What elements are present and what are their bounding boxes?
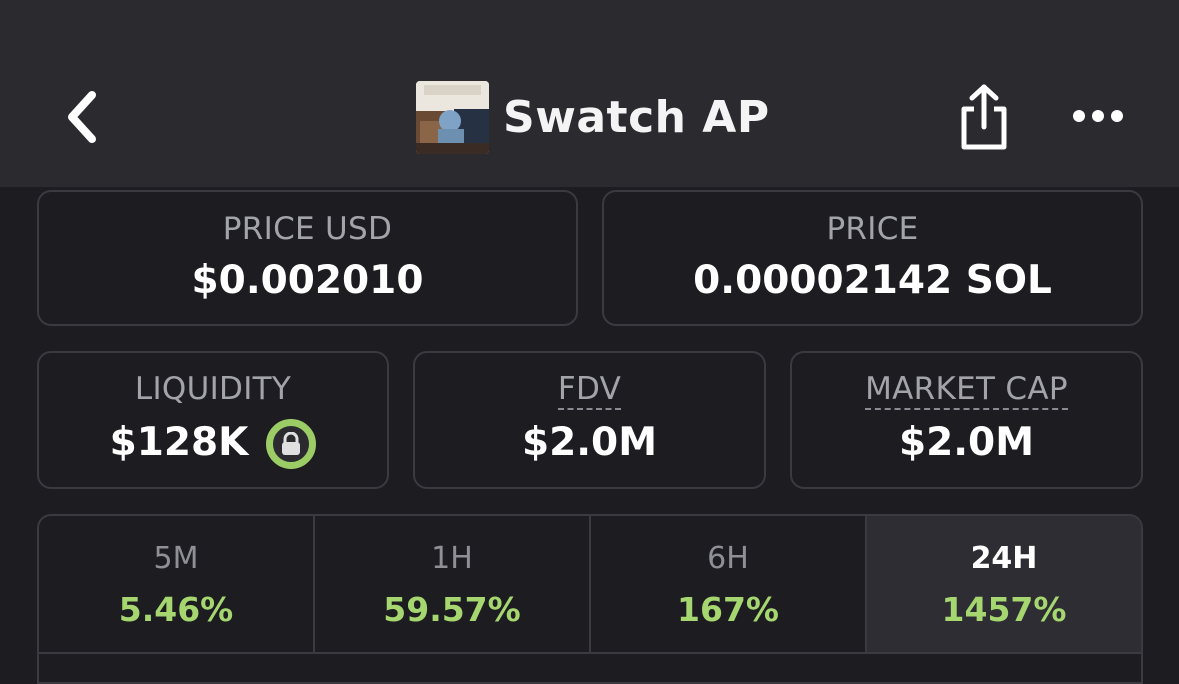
top-bar: Swatch AP [0, 0, 1179, 187]
tab-1h-change: 59.57% [383, 590, 521, 629]
price-native-label: PRICE [826, 211, 919, 247]
price-usd-label: PRICE USD [222, 211, 393, 247]
token-avatar [416, 80, 489, 154]
chevron-left-icon [68, 91, 96, 143]
price-native-card: PRICE 0.00002142 SOL [602, 190, 1143, 326]
price-usd-value: $0.002010 [191, 258, 424, 304]
tab-6h[interactable]: 6H 167% [591, 516, 867, 654]
tab-1h[interactable]: 1H 59.57% [315, 516, 591, 654]
share-button[interactable] [955, 82, 1013, 152]
tab-24h[interactable]: 24H 1457% [867, 516, 1141, 654]
liquidity-label: LIQUIDITY [134, 371, 292, 408]
tab-6h-change: 167% [677, 590, 779, 629]
lock-icon[interactable] [266, 418, 317, 469]
token-name: Swatch AP [503, 91, 770, 143]
liquidity-value: $128K [109, 420, 249, 466]
price-usd-card: PRICE USD $0.002010 [37, 190, 578, 326]
market-cap-value: $2.0M [898, 419, 1035, 465]
fdv-card[interactable]: FDV $2.0M [413, 351, 766, 489]
timeframe-tabs: 5M 5.46% 1H 59.57% 6H 167% 24H 1457% [37, 514, 1143, 684]
more-horizontal-icon [1073, 110, 1123, 122]
tab-5m[interactable]: 5M 5.46% [39, 516, 315, 654]
fdv-label: FDV [557, 373, 622, 410]
liquidity-card: LIQUIDITY $128K [37, 351, 389, 489]
tab-24h-label: 24H [970, 541, 1038, 576]
tab-24h-change: 1457% [941, 590, 1067, 629]
tabs-divider [37, 652, 1143, 654]
token-title-group: Swatch AP [416, 80, 770, 154]
tab-1h-label: 1H [431, 541, 473, 576]
back-button[interactable] [52, 84, 112, 150]
share-icon [961, 84, 1007, 150]
tab-5m-change: 5.46% [118, 590, 234, 629]
more-options-button[interactable] [1068, 96, 1128, 136]
market-cap-label: MARKET CAP [865, 373, 1068, 410]
tab-6h-label: 6H [707, 541, 749, 576]
price-native-value: 0.00002142 SOL [693, 258, 1052, 304]
market-cap-card[interactable]: MARKET CAP $2.0M [790, 351, 1143, 489]
tab-5m-label: 5M [153, 541, 199, 576]
liquidity-value-row: $128K [109, 418, 317, 469]
fdv-value: $2.0M [521, 419, 658, 465]
